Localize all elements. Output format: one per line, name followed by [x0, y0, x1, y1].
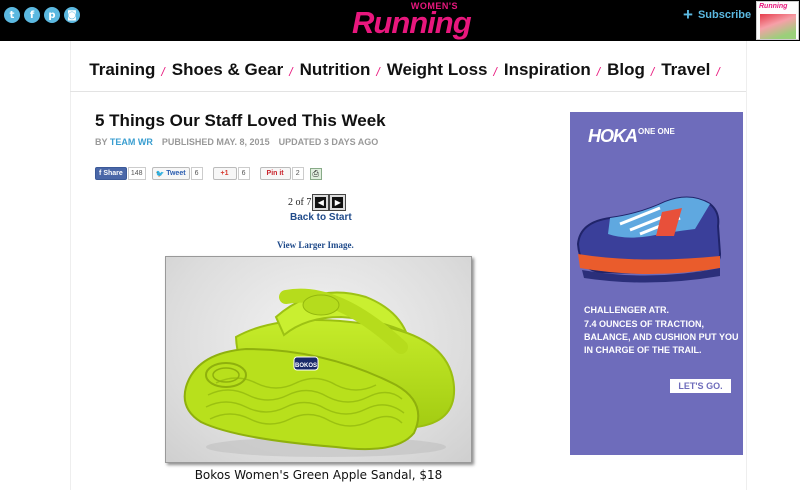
author-link[interactable]: TEAM WR: [110, 137, 153, 147]
share-bar: f Share 148 🐦 Tweet 6 +1 6 Pin it 2 ⎙: [95, 167, 322, 180]
product-photo[interactable]: BOKOS: [165, 256, 472, 463]
gplus-count: 6: [237, 167, 250, 180]
logo-running: Running: [352, 5, 472, 40]
byline-prefix: BY: [95, 137, 108, 147]
byline-author: BY TEAM WR: [95, 137, 153, 147]
nav-separator: /: [161, 64, 165, 79]
twitter-bird-icon: 🐦: [155, 170, 165, 178]
facebook-share: f Share 148: [95, 167, 146, 180]
article-title: 5 Things Our Staff Loved This Week: [95, 111, 386, 130]
published-date: PUBLISHED MAY. 8, 2015: [161, 137, 270, 147]
ad-model: CHALLENGER ATR.: [584, 305, 669, 315]
social-links: t f p ◙: [4, 7, 80, 23]
pin-it-button[interactable]: Pin it: [259, 167, 291, 180]
site-logo[interactable]: WOMEN'S Running: [352, 1, 472, 39]
nav-separator: /: [716, 64, 720, 79]
print-icon[interactable]: ⎙: [309, 167, 322, 180]
view-larger-link[interactable]: View Larger Image.: [277, 240, 354, 250]
nav-separator: /: [376, 64, 380, 79]
sandal-illustration: BOKOS: [183, 288, 456, 457]
running-shoe-image: [576, 196, 722, 283]
pin-it-count: 2: [291, 167, 304, 180]
content-frame-left: [70, 41, 71, 490]
prev-arrow-icon[interactable]: ◀: [312, 194, 330, 211]
nav-item-blog[interactable]: Blog: [607, 60, 645, 80]
main-nav: Training / Shoes & Gear / Nutrition / We…: [70, 58, 746, 82]
pager-position: 2 of 7: [288, 197, 312, 208]
ad-copy: 7.4 OUNCES OF TRACTION, BALANCE, AND CUS…: [584, 319, 739, 355]
twitter-share: 🐦 Tweet 6: [151, 167, 203, 180]
facebook-share-count: 148: [127, 167, 146, 180]
gplus-button[interactable]: +1: [212, 167, 237, 180]
photo-caption: Bokos Women's Green Apple Sandal, $18: [194, 468, 443, 482]
facebook-icon: f: [99, 170, 102, 177]
updated-date: UPDATED 3 DAYS AGO: [278, 137, 379, 147]
nav-item-training[interactable]: Training: [89, 60, 155, 80]
nav-separator: /: [596, 64, 601, 79]
top-bar: t f p ◙ WOMEN'S Running + Subscribe Runn…: [0, 0, 800, 41]
facebook-share-label: Share: [103, 170, 123, 177]
svg-text:BOKOS: BOKOS: [295, 363, 317, 369]
nav-separator: /: [289, 64, 293, 79]
next-arrow-icon[interactable]: ▶: [329, 194, 347, 211]
plus-icon: +: [683, 5, 693, 24]
back-to-start-link[interactable]: Back to Start: [290, 212, 352, 223]
facebook-share-button[interactable]: f Share: [95, 167, 127, 180]
ad-brand-suffix: ONE ONE: [638, 127, 675, 136]
gallery-pager: 2 of 7 ◀ ▶: [288, 194, 347, 211]
subscribe-link[interactable]: + Subscribe: [683, 5, 752, 24]
hoka-advertisement[interactable]: HOKAONE ONE CHALLENGER ATR. 7.4 OUNCES O…: [570, 112, 743, 455]
tweet-count: 6: [190, 167, 203, 180]
nav-item-weight-loss[interactable]: Weight Loss: [387, 60, 488, 80]
ad-brand-logo: HOKAONE ONE: [588, 126, 675, 147]
nav-item-nutrition[interactable]: Nutrition: [300, 60, 371, 80]
content-frame-right: [746, 41, 747, 490]
pinterest-share: Pin it 2: [259, 167, 304, 180]
ad-brand: HOKA: [588, 126, 638, 146]
byline: BY TEAM WR PUBLISHED MAY. 8, 2015 UPDATE…: [95, 137, 378, 147]
nav-separator: /: [493, 64, 497, 79]
gplus-share: +1 6: [212, 167, 250, 180]
pin-it-label: Pin it: [266, 170, 284, 177]
magazine-cover[interactable]: Running: [756, 1, 799, 40]
ad-cta-button[interactable]: LET'S GO.: [670, 379, 731, 393]
pinterest-icon[interactable]: p: [44, 7, 60, 23]
facebook-icon[interactable]: f: [24, 7, 40, 23]
magazine-title: Running: [759, 3, 788, 10]
subscribe-label: Subscribe: [697, 9, 752, 21]
nav-item-travel[interactable]: Travel: [661, 60, 710, 80]
gplus-label: +1: [220, 170, 229, 177]
nav-separator: /: [650, 64, 655, 79]
instagram-icon[interactable]: ◙: [64, 7, 80, 23]
tweet-label: Tweet: [166, 170, 186, 177]
magazine-cover-image: [760, 14, 796, 39]
nav-item-inspiration[interactable]: Inspiration: [504, 60, 591, 80]
twitter-icon[interactable]: t: [4, 7, 20, 23]
nav-divider: [70, 91, 746, 92]
tweet-button[interactable]: 🐦 Tweet: [151, 167, 190, 180]
nav-item-shoes-gear[interactable]: Shoes & Gear: [172, 60, 284, 80]
